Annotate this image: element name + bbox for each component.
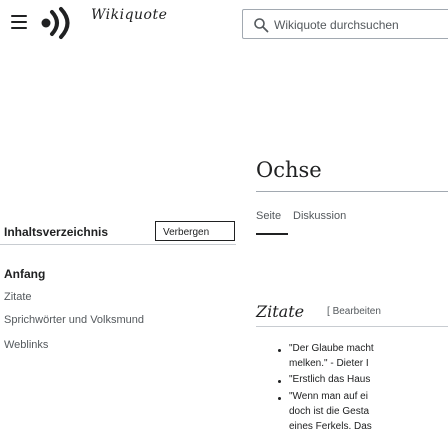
quote-line: "Erstlich das Haus <box>289 374 371 385</box>
search-icon[interactable] <box>253 17 269 33</box>
toc-divider <box>0 244 236 245</box>
list-bullet <box>278 349 281 352</box>
tab-selected-indicator <box>256 233 288 235</box>
toc-item-weblinks[interactable]: Weblinks <box>4 339 48 351</box>
toc-hide-button[interactable]: Verbergen <box>155 221 235 241</box>
toc-item-sprichwoerter[interactable]: Sprichwörter und Volksmund <box>4 314 144 326</box>
hamburger-menu-icon[interactable] <box>11 15 27 30</box>
toc-title: Inhaltsverzeichnis <box>4 225 109 239</box>
toc-item-anfang[interactable]: Anfang <box>4 267 45 281</box>
section-heading: Zitate <box>256 302 305 321</box>
quote-line: "Wenn man auf ei <box>289 391 368 402</box>
section-edit-link[interactable]: [ Bearbeiten <box>327 306 381 317</box>
quote-line: melken." - Dieter I <box>289 358 369 369</box>
toc-item-zitate[interactable]: Zitate <box>4 291 32 303</box>
list-bullet <box>278 380 281 383</box>
title-divider <box>256 191 448 192</box>
quote-line: doch ist die Gesta <box>289 406 370 417</box>
list-bullet <box>278 397 281 400</box>
search-input[interactable] <box>274 15 448 35</box>
edit-label[interactable]: Bearbeiten <box>333 306 381 317</box>
page-title: Ochse <box>256 158 322 182</box>
quote-line: "Der Glaube macht <box>289 343 374 354</box>
wikiquote-logo-icon <box>41 7 70 39</box>
search-box[interactable] <box>242 9 448 39</box>
tab-seite[interactable]: Seite <box>256 210 281 222</box>
quote-line: eines Ferkels. Das <box>289 421 372 432</box>
tab-diskussion[interactable]: Diskussion <box>293 210 346 222</box>
logo-wordmark[interactable]: Wikiquote <box>91 7 167 23</box>
section-divider <box>256 326 448 327</box>
